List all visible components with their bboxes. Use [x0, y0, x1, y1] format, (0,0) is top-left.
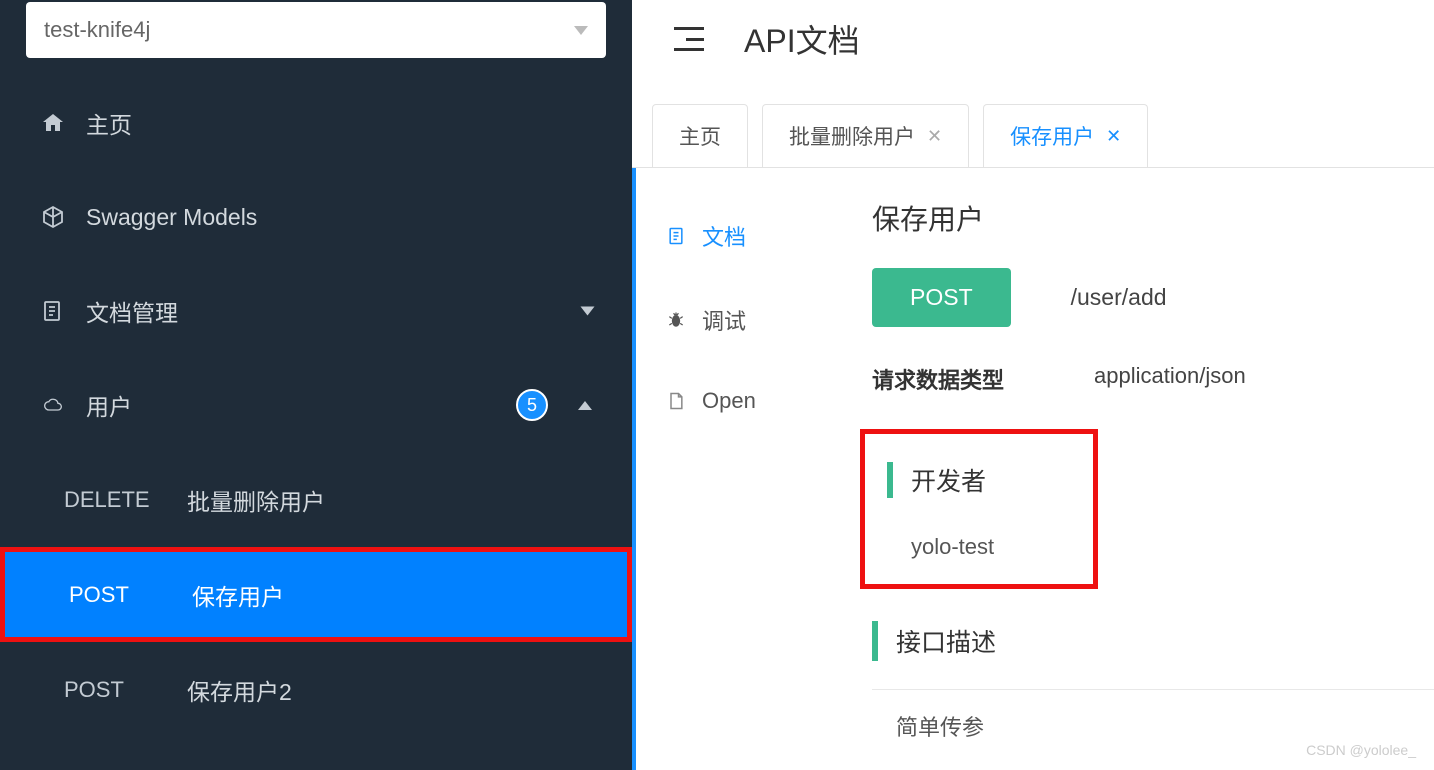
doc-tab-documentation[interactable]: 文档	[636, 194, 822, 278]
endpoint-label: 保存用户	[192, 578, 284, 612]
http-method-badge: POST	[872, 268, 1011, 327]
sidebar-collapse-icon[interactable]	[674, 27, 704, 51]
home-icon	[40, 110, 66, 136]
document-icon	[666, 225, 686, 247]
close-icon[interactable]: ✕	[1106, 126, 1121, 147]
endpoint-label: 保存用户2	[187, 673, 292, 707]
sidebar-item-home[interactable]: 主页	[0, 76, 632, 170]
file-manage-icon	[40, 298, 66, 324]
api-group-select-value: test-knife4j	[44, 17, 150, 43]
close-icon[interactable]: ✕	[927, 126, 942, 147]
sidebar-item-label: 文档管理	[86, 294, 563, 328]
sidebar-item-label: 主页	[86, 106, 592, 140]
endpoint-item[interactable]: POST 保存用户2	[0, 642, 632, 737]
file-icon	[666, 390, 686, 412]
method-path-row: POST /user/add	[872, 268, 1434, 327]
tabs-row: 主页 批量删除用户 ✕ 保存用户 ✕	[632, 104, 1434, 168]
sidebar-item-doc-manage[interactable]: 文档管理	[0, 264, 632, 358]
bug-icon	[666, 309, 686, 331]
tab-label: 批量删除用户	[789, 121, 915, 151]
tab-save-user[interactable]: 保存用户 ✕	[983, 104, 1148, 168]
doc-tab-debug[interactable]: 调试	[636, 278, 822, 362]
endpoint-label: 批量删除用户	[187, 483, 325, 517]
doc-tab-open[interactable]: Open	[636, 362, 822, 440]
api-group-select[interactable]: test-knife4j	[26, 2, 606, 58]
doc-tab-label: Open	[702, 388, 756, 414]
description-section-heading: 接口描述	[872, 621, 1434, 661]
endpoint-item-active[interactable]: POST 保存用户	[0, 547, 632, 642]
page-title: API文档	[744, 16, 860, 62]
api-detail: 保存用户 POST /user/add 请求数据类型 application/j…	[822, 168, 1434, 770]
tab-batch-delete[interactable]: 批量删除用户 ✕	[762, 104, 969, 168]
tab-label: 保存用户	[1010, 121, 1094, 151]
doc-tab-label: 调试	[702, 304, 746, 336]
sidebar-item-swagger-models[interactable]: Swagger Models	[0, 170, 632, 264]
api-cloud-icon	[40, 392, 66, 418]
doc-side-tabs: 文档 调试 Open	[632, 168, 822, 770]
api-name: 保存用户	[872, 198, 1434, 238]
developer-value: yolo-test	[887, 534, 1071, 560]
http-method: POST	[64, 677, 159, 703]
chevron-down-icon	[574, 26, 588, 35]
main-panel: API文档 主页 批量删除用户 ✕ 保存用户 ✕ 文档	[632, 0, 1434, 770]
tab-label: 主页	[679, 121, 721, 151]
request-type-value: application/json	[1094, 363, 1246, 395]
main-header: API文档	[632, 0, 1434, 78]
sidebar-item-label: Swagger Models	[86, 204, 592, 231]
chevron-up-icon	[578, 401, 592, 410]
api-path: /user/add	[1071, 284, 1167, 311]
endpoint-item[interactable]: DELETE 批量删除用户	[0, 452, 632, 547]
doc-tab-label: 文档	[702, 220, 746, 252]
sidebar: test-knife4j 主页 Swagger Models 文档管理 用户 5	[0, 0, 632, 770]
tab-home[interactable]: 主页	[652, 104, 748, 168]
developer-section-heading: 开发者	[887, 462, 1071, 498]
endpoint-count-badge: 5	[516, 389, 548, 421]
developer-box: 开发者 yolo-test	[860, 429, 1098, 589]
chevron-down-icon	[581, 307, 595, 316]
http-method: POST	[69, 582, 164, 608]
watermark: CSDN @yololee_	[1306, 742, 1416, 758]
request-type-row: 请求数据类型 application/json	[872, 363, 1434, 395]
http-method: DELETE	[64, 487, 159, 513]
sidebar-item-label: 用户	[86, 388, 496, 422]
cube-icon	[40, 204, 66, 230]
endpoint-list: DELETE 批量删除用户 POST 保存用户 POST 保存用户2	[0, 452, 632, 737]
description-value: 简单传参	[872, 689, 1434, 742]
sidebar-item-user-group[interactable]: 用户 5	[0, 358, 632, 452]
description-section: 接口描述 简单传参	[872, 621, 1434, 742]
request-type-label: 请求数据类型	[872, 363, 1004, 395]
content-row: 文档 调试 Open 保存用户 POST /user/add	[632, 167, 1434, 770]
